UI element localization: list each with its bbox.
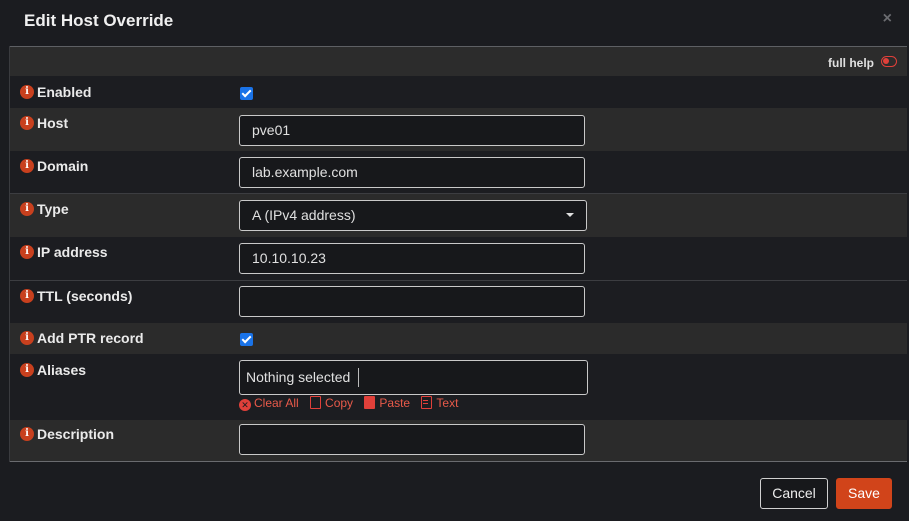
- row-type: i Type A (IPv4 address): [10, 194, 907, 237]
- toggle-off-icon[interactable]: [881, 56, 897, 67]
- text-cursor: [358, 368, 359, 387]
- dialog-header: Edit Host Override ×: [0, 0, 909, 46]
- row-ttl: i TTL (seconds): [10, 281, 907, 323]
- type-label: Type: [37, 201, 69, 217]
- info-icon[interactable]: i: [20, 245, 34, 259]
- text-button[interactable]: Text: [421, 396, 458, 410]
- type-selected-value: A (IPv4 address): [252, 207, 356, 223]
- domain-input[interactable]: lab.example.com: [239, 157, 585, 188]
- clear-all-label: Clear All: [254, 396, 299, 410]
- aliases-actions: ✕ Clear All Copy Paste Text: [239, 396, 466, 411]
- row-aliases: i Aliases Nothing selected ✕ Clear All Co…: [10, 354, 907, 420]
- ttl-input[interactable]: [239, 286, 585, 317]
- aliases-tag-input[interactable]: Nothing selected: [239, 360, 588, 395]
- footer-divider: [10, 461, 907, 462]
- add-ptr-label: Add PTR record: [37, 330, 144, 346]
- row-add-ptr: i Add PTR record: [10, 323, 907, 354]
- ip-address-label: IP address: [37, 244, 108, 260]
- type-select[interactable]: A (IPv4 address): [239, 200, 587, 231]
- row-description: i Description: [10, 420, 907, 461]
- domain-label: Domain: [37, 158, 89, 174]
- info-icon[interactable]: i: [20, 289, 34, 303]
- aliases-placeholder: Nothing selected: [246, 369, 351, 385]
- copy-icon: [310, 396, 322, 409]
- host-label: Host: [37, 115, 69, 131]
- paste-button[interactable]: Paste: [364, 396, 410, 410]
- info-icon[interactable]: i: [20, 116, 34, 130]
- clear-icon: ✕: [239, 399, 251, 411]
- ip-address-input[interactable]: 10.10.10.23: [239, 243, 585, 274]
- row-host: i Host pve01: [10, 108, 907, 151]
- cancel-button[interactable]: Cancel: [760, 478, 828, 509]
- host-input[interactable]: pve01: [239, 115, 585, 146]
- aliases-label: Aliases: [37, 362, 87, 378]
- ttl-label: TTL (seconds): [37, 288, 133, 304]
- enabled-label: Enabled: [37, 84, 92, 100]
- paste-icon: [364, 396, 376, 409]
- info-icon[interactable]: i: [20, 331, 34, 345]
- info-icon[interactable]: i: [20, 427, 34, 441]
- row-enabled: i Enabled: [10, 76, 907, 108]
- add-ptr-checkbox[interactable]: [240, 333, 253, 346]
- copy-label: Copy: [325, 396, 354, 410]
- caret-down-icon: [566, 213, 574, 217]
- info-icon[interactable]: i: [20, 363, 34, 377]
- text-label: Text: [436, 396, 459, 410]
- clear-all-button[interactable]: ✕ Clear All: [239, 396, 299, 411]
- enabled-checkbox[interactable]: [240, 87, 253, 100]
- info-icon[interactable]: i: [20, 159, 34, 173]
- paste-label: Paste: [379, 396, 411, 410]
- row-domain: i Domain lab.example.com: [10, 151, 907, 194]
- row-ip-address: i IP address 10.10.10.23: [10, 237, 907, 281]
- description-label: Description: [37, 426, 115, 442]
- info-icon[interactable]: i: [20, 85, 34, 99]
- close-icon[interactable]: ×: [883, 10, 892, 28]
- description-input[interactable]: [239, 424, 585, 455]
- info-icon[interactable]: i: [20, 202, 34, 216]
- help-bar: full help: [10, 47, 907, 76]
- edit-host-override-dialog: Edit Host Override × full help i Enabled…: [0, 0, 909, 521]
- dialog-title: Edit Host Override: [24, 11, 174, 30]
- full-help-label[interactable]: full help: [828, 56, 874, 70]
- text-icon: [421, 396, 433, 409]
- save-button[interactable]: Save: [836, 478, 892, 509]
- copy-button[interactable]: Copy: [310, 396, 353, 410]
